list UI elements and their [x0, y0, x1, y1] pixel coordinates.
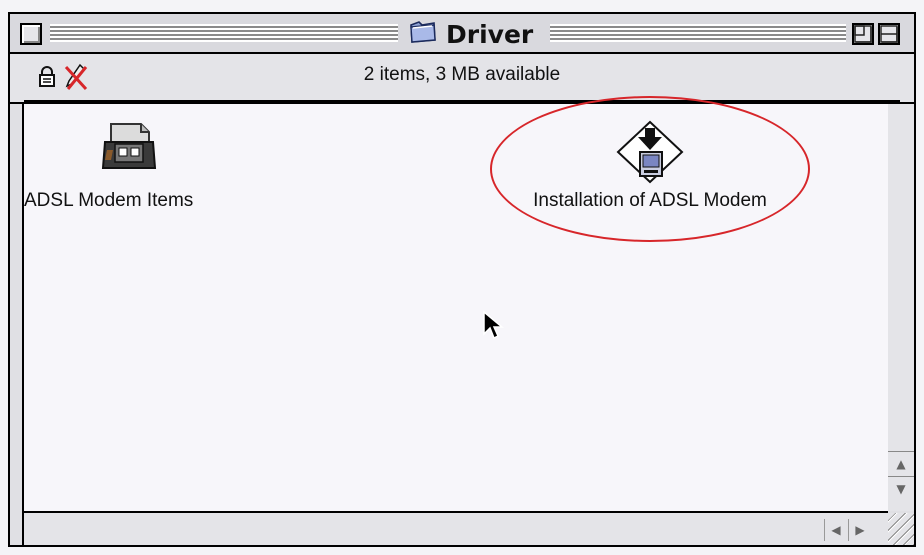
finder-window: Driver 2 items, 3 MB available ADSL Mode…: [0, 0, 924, 555]
title-stripes-right: [550, 24, 846, 42]
adsl-modem-items-label: ADSL Modem Items: [24, 190, 194, 211]
resize-grow-box[interactable]: [888, 513, 914, 545]
title-bar[interactable]: Driver: [8, 12, 916, 54]
window-title: Driver: [400, 19, 542, 49]
scroll-left-button[interactable]: ◀: [824, 519, 847, 541]
folder-package-icon: [97, 120, 161, 178]
adsl-modem-items-icon-item[interactable]: ADSL Modem Items: [24, 120, 234, 212]
folder-icon: [408, 19, 438, 49]
title-stripes-left: [50, 24, 398, 42]
scroll-up-button[interactable]: ▲: [888, 451, 914, 476]
scroll-right-arrow-icon: ▶: [855, 523, 865, 537]
scroll-up-arrow-icon: ▲: [896, 457, 906, 471]
scroll-left-arrow-icon: ◀: [831, 523, 841, 537]
window-left-frame: [8, 104, 22, 547]
scroll-right-button[interactable]: ▶: [848, 519, 871, 541]
window-header-bar: 2 items, 3 MB available: [8, 54, 916, 104]
scroll-down-arrow-icon: ▼: [896, 482, 906, 496]
items-status-text: 2 items, 3 MB available: [363, 64, 561, 85]
vertical-scrollbar[interactable]: ▲ ▼: [888, 104, 914, 511]
mouse-pointer-icon: [482, 310, 505, 346]
window-title-text: Driver: [446, 19, 534, 49]
close-box[interactable]: [20, 23, 42, 45]
scroll-down-button[interactable]: ▼: [888, 476, 914, 501]
annotation-circle: [490, 96, 810, 242]
horizontal-scrollbar[interactable]: ◀ ▶: [22, 511, 888, 547]
header-divider: [24, 100, 900, 102]
zoom-box[interactable]: [852, 23, 874, 45]
window-bottom-border: [8, 545, 916, 547]
collapse-box[interactable]: [878, 23, 900, 45]
